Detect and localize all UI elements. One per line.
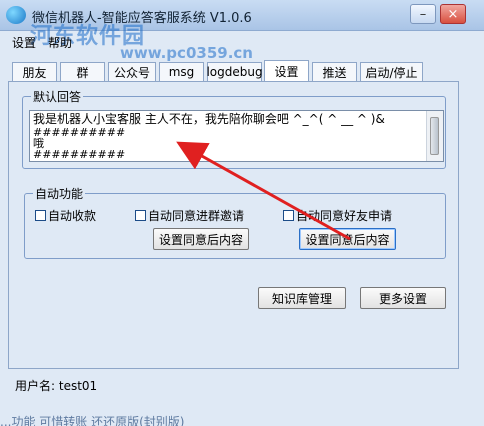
- auto-friend-request-checkbox[interactable]: 自动同意好友申请: [283, 207, 392, 224]
- tab-groups[interactable]: 群: [60, 62, 105, 81]
- scrollbar-thumb[interactable]: [430, 117, 439, 155]
- menu-settings[interactable]: 设置: [12, 34, 36, 51]
- username-status: 用户名: test01: [15, 379, 98, 393]
- tab-official-accounts[interactable]: 公众号: [108, 62, 156, 81]
- default-reply-legend: 默认回答: [31, 88, 84, 105]
- tab-push[interactable]: 推送: [312, 62, 357, 81]
- knowledge-base-button[interactable]: 知识库管理: [258, 287, 346, 309]
- set-friend-accept-content-button[interactable]: 设置同意后内容: [299, 228, 396, 250]
- watermark-url: www.pc0359.cn: [120, 44, 253, 62]
- tab-settings[interactable]: 设置: [264, 60, 309, 82]
- auto-group-invite-label: 自动同意进群邀请: [148, 209, 245, 223]
- more-settings-button[interactable]: 更多设置: [360, 287, 446, 309]
- vertical-scrollbar[interactable]: [426, 111, 443, 161]
- reply-line: 我是机器人小宝客服 主人不在，我先陪你聊会吧 ^_^( ^ __ ^ )&: [33, 112, 385, 126]
- checkbox-box[interactable]: [35, 210, 46, 221]
- auto-collect-checkbox[interactable]: 自动收款: [35, 207, 96, 224]
- tab-logdebug[interactable]: logdebug: [206, 62, 263, 81]
- auto-function-legend: 自动功能: [33, 185, 86, 202]
- app-window: 微信机器人-智能应答客服系统 V1.0.6 河东软件园 – × 设置 帮助 ww…: [0, 0, 484, 426]
- tab-friends[interactable]: 朋友: [12, 62, 57, 81]
- app-logo-icon: [6, 6, 26, 24]
- reply-line: ##########: [33, 126, 126, 139]
- tab-start-stop[interactable]: 启动/停止: [360, 62, 423, 81]
- auto-collect-label: 自动收款: [48, 209, 97, 223]
- minimize-button[interactable]: –: [410, 4, 436, 24]
- default-reply-textarea[interactable]: 我是机器人小宝客服 主人不在，我先陪你聊会吧 ^_^( ^ __ ^ )& ##…: [29, 110, 444, 162]
- auto-friend-request-label: 自动同意好友申请: [296, 209, 393, 223]
- menu-help[interactable]: 帮助: [48, 34, 72, 51]
- auto-group-invite-checkbox[interactable]: 自动同意进群邀请: [135, 207, 244, 224]
- set-group-accept-content-button[interactable]: 设置同意后内容: [153, 228, 249, 250]
- title-bar: 微信机器人-智能应答客服系统 V1.0.6 河东软件园 – ×: [0, 0, 484, 49]
- checkbox-box[interactable]: [283, 210, 294, 221]
- tab-msg[interactable]: msg: [159, 62, 204, 81]
- reply-line: ##########: [33, 148, 126, 161]
- close-button[interactable]: ×: [440, 4, 466, 24]
- background-text: ...功能 可惜转账 还还原版(封别版): [0, 415, 185, 426]
- checkbox-box[interactable]: [135, 210, 146, 221]
